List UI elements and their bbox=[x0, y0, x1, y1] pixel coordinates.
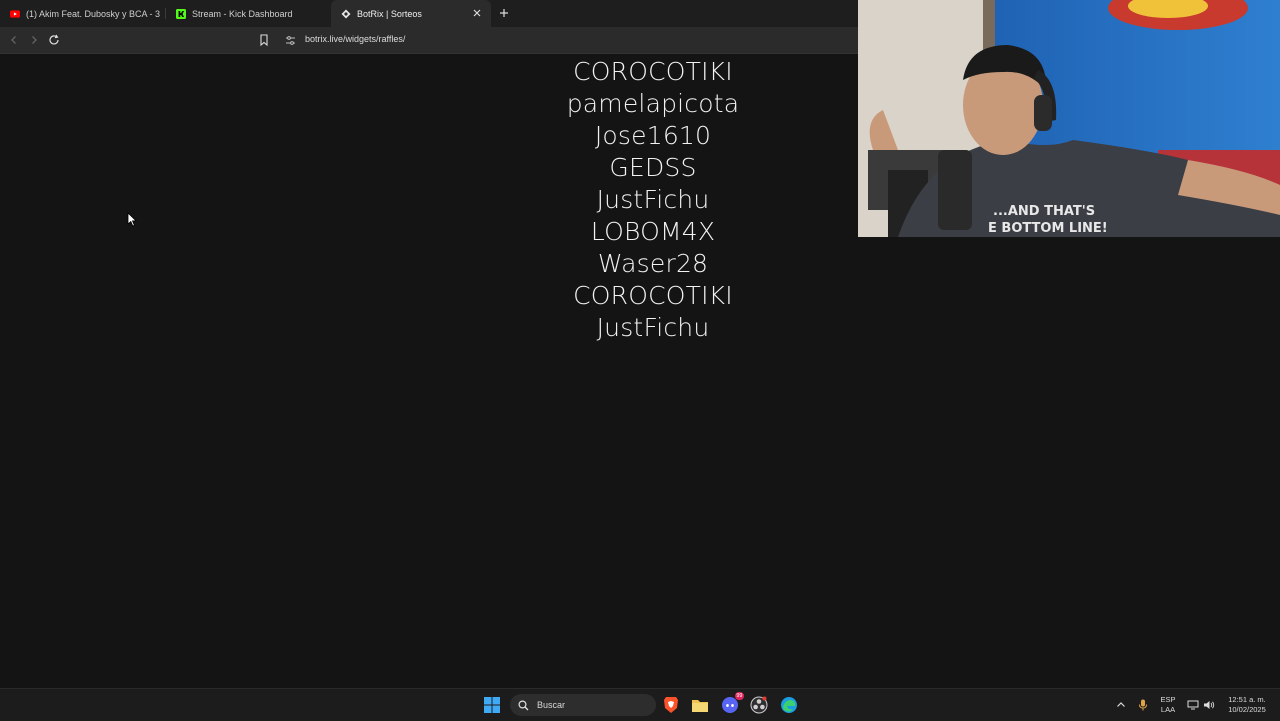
webcam-overlay: ...AND THAT'S E BOTTOM LINE! bbox=[858, 0, 1280, 237]
reload-icon bbox=[49, 34, 59, 45]
tab-title: Stream - Kick Dashboard bbox=[192, 8, 293, 19]
clock-time: 12:51 a. m. bbox=[1228, 695, 1266, 704]
tab-title: (1) Akim Feat. Dubosky y BCA - 3 me bbox=[26, 8, 162, 19]
bookmark-icon bbox=[260, 34, 268, 46]
raffle-entry: COROCOTIKI bbox=[573, 57, 733, 86]
site-info-button[interactable] bbox=[282, 32, 298, 48]
svg-text:E BOTTOM LINE!: E BOTTOM LINE! bbox=[988, 221, 1108, 236]
botrix-icon bbox=[341, 9, 351, 19]
discord-badge: 99 bbox=[734, 692, 744, 700]
tab-strip: (1) Akim Feat. Dubosky y BCA - 3 me Stre… bbox=[0, 0, 858, 27]
raffle-entry: LOBOM4X bbox=[590, 217, 716, 246]
svg-text:...AND THAT'S: ...AND THAT'S bbox=[993, 204, 1095, 219]
obs-icon[interactable] bbox=[750, 696, 768, 714]
taskbar-search-box[interactable]: Buscar bbox=[510, 694, 656, 716]
back-button[interactable] bbox=[6, 32, 22, 48]
streamer-video-image: ...AND THAT'S E BOTTOM LINE! bbox=[858, 0, 1280, 237]
input-language-indicator[interactable]: ESP LAA bbox=[1156, 695, 1180, 715]
mouse-cursor-icon bbox=[127, 212, 137, 232]
search-label: Buscar bbox=[537, 700, 566, 710]
plus-icon bbox=[500, 9, 508, 17]
tab-kick-dashboard[interactable]: Stream - Kick Dashboard bbox=[166, 0, 330, 27]
brave-browser-icon[interactable] bbox=[662, 696, 680, 714]
lang-line-1: ESP bbox=[1160, 695, 1176, 704]
raffle-entry-list: COROCOTIKI pamelapicota Jose1610 GEDSS J… bbox=[523, 56, 783, 344]
tab-botrix-sorteos[interactable]: BotRix | Sorteos bbox=[331, 0, 491, 27]
raffle-entry: Jose1610 bbox=[594, 121, 712, 150]
microphone-icon[interactable] bbox=[1134, 696, 1152, 714]
forward-button[interactable] bbox=[26, 32, 42, 48]
discord-icon[interactable]: 99 bbox=[721, 692, 744, 714]
bookmark-button[interactable] bbox=[256, 32, 272, 48]
search-icon bbox=[518, 699, 529, 710]
system-clock[interactable]: 12:51 a. m. 10/02/2025 bbox=[1218, 695, 1276, 715]
tune-icon bbox=[285, 35, 295, 45]
volume-icon[interactable] bbox=[1200, 696, 1218, 714]
close-tab-icon[interactable] bbox=[471, 7, 483, 19]
raffle-entry: JustFichu bbox=[596, 313, 710, 342]
address-bar[interactable]: botrix.live/widgets/raffles/ bbox=[305, 34, 405, 44]
lang-line-2: LAA bbox=[1160, 705, 1176, 714]
chevron-right-icon bbox=[32, 36, 37, 44]
file-explorer-icon[interactable] bbox=[691, 696, 709, 714]
new-tab-button[interactable] bbox=[497, 6, 511, 20]
taskbar: Buscar 99 ESP LAA 12:51 a. m. 10/02/2025 bbox=[0, 688, 1280, 721]
raffle-entry: Waser28 bbox=[597, 249, 709, 278]
youtube-icon bbox=[10, 9, 20, 19]
raffle-entry: JustFichu bbox=[596, 185, 710, 214]
raffle-entry: pamelapicota bbox=[566, 89, 740, 118]
clock-date: 10/02/2025 bbox=[1228, 705, 1266, 714]
browser-toolbar: botrix.live/widgets/raffles/ bbox=[0, 27, 858, 54]
kick-icon bbox=[176, 8, 186, 19]
chevron-left-icon bbox=[11, 36, 16, 44]
reload-button[interactable] bbox=[46, 32, 62, 48]
tab-title: BotRix | Sorteos bbox=[357, 8, 422, 19]
chevron-up-icon[interactable] bbox=[1112, 696, 1130, 714]
windows-start-icon[interactable] bbox=[483, 696, 501, 714]
edge-browser-icon[interactable] bbox=[780, 696, 798, 714]
tab-youtube[interactable]: (1) Akim Feat. Dubosky y BCA - 3 me bbox=[0, 0, 162, 27]
raffle-entry: GEDSS bbox=[609, 153, 697, 182]
raffle-entry: COROCOTIKI bbox=[573, 281, 733, 310]
